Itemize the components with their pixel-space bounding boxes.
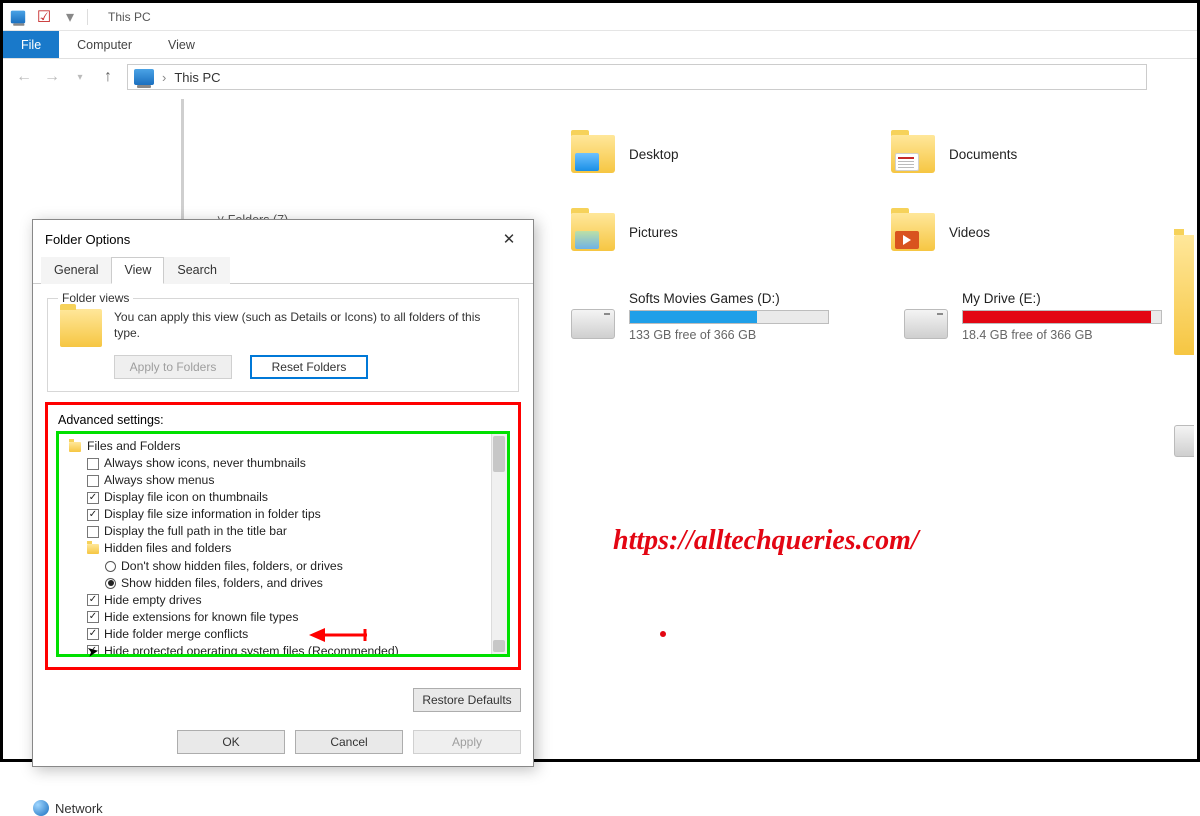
- nav-up-icon[interactable]: ↑: [99, 68, 117, 86]
- opt-hide-empty-drives[interactable]: Hide empty drives: [87, 592, 489, 609]
- pc-icon: [134, 69, 154, 85]
- dialog-tabstrip: General View Search: [33, 256, 533, 284]
- ribbon: File Computer View: [3, 31, 1197, 59]
- sidebar-item-network[interactable]: Network: [33, 800, 103, 816]
- tab-search[interactable]: Search: [164, 257, 230, 284]
- drive-d[interactable]: Softs Movies Games (D:) 133 GB free of 3…: [571, 291, 844, 342]
- dialog-footer: Restore Defaults OK Cancel Apply: [33, 680, 533, 766]
- folder-icon: [1174, 235, 1194, 355]
- opt-hide-extensions[interactable]: Hide extensions for known file types: [87, 609, 489, 626]
- group-legend: Folder views: [58, 291, 133, 305]
- opt-always-show-icons[interactable]: Always show icons, never thumbnails: [87, 455, 489, 472]
- folder-pictures[interactable]: Pictures: [571, 213, 791, 251]
- opt-display-file-size[interactable]: Display file size information in folder …: [87, 506, 489, 523]
- folder-options-dialog: Folder Options ✕ General View Search Fol…: [32, 219, 534, 767]
- tree-group-hidden: Hidden files and folders: [87, 540, 489, 557]
- apply-button: Apply: [413, 730, 521, 754]
- opt-display-full-path[interactable]: Display the full path in the title bar: [87, 523, 489, 540]
- folder-label: Documents: [949, 147, 1017, 162]
- folder-views-group: Folder views You can apply this view (su…: [47, 298, 519, 392]
- sidebar-item-label: Network: [55, 801, 103, 816]
- folder-icon: [87, 544, 99, 554]
- window-title: This PC: [108, 10, 151, 24]
- advanced-settings-label: Advanced settings:: [58, 413, 510, 427]
- annotation-dot: [660, 631, 666, 637]
- quick-access-toolbar: ☑ ▾: [9, 8, 88, 26]
- address-bar[interactable]: › This PC: [127, 64, 1147, 90]
- folder-icon: [571, 213, 615, 251]
- dialog-title: Folder Options: [45, 232, 130, 247]
- drive-free-text: 133 GB free of 366 GB: [629, 328, 829, 342]
- drive-icon: [1174, 425, 1194, 457]
- nav-back-icon[interactable]: ←: [15, 68, 33, 86]
- cancel-button[interactable]: Cancel: [295, 730, 403, 754]
- opt-dont-show-hidden[interactable]: Don't show hidden files, folders, or dri…: [105, 558, 489, 575]
- dialog-titlebar[interactable]: Folder Options ✕: [33, 220, 533, 256]
- folder-desktop[interactable]: Desktop: [571, 135, 791, 173]
- folder-icon: [891, 213, 935, 251]
- drive-e[interactable]: My Drive (E:) 18.4 GB free of 366 GB: [904, 291, 1177, 342]
- drive-icon: [904, 309, 948, 339]
- ribbon-tab-file[interactable]: File: [3, 31, 59, 58]
- drive-usage-bar: [962, 310, 1162, 324]
- advanced-settings-list[interactable]: Files and Folders Always show icons, nev…: [56, 431, 510, 657]
- drive-free-text: 18.4 GB free of 366 GB: [962, 328, 1162, 342]
- drive-label: My Drive (E:): [962, 291, 1162, 306]
- folder-label: Desktop: [629, 147, 679, 162]
- address-crumb[interactable]: This PC: [174, 70, 220, 85]
- ok-button[interactable]: OK: [177, 730, 285, 754]
- opt-always-show-menus[interactable]: Always show menus: [87, 472, 489, 489]
- pc-icon: [9, 8, 27, 26]
- ribbon-tab-computer[interactable]: Computer: [59, 31, 150, 58]
- folder-views-text: You can apply this view (such as Details…: [114, 309, 506, 341]
- window-titlebar: ☑ ▾ This PC: [3, 3, 1197, 31]
- opt-display-file-icon[interactable]: Display file icon on thumbnails: [87, 489, 489, 506]
- drive-usage-bar: [629, 310, 829, 324]
- properties-icon[interactable]: ☑: [35, 8, 53, 26]
- apply-to-folders-button: Apply to Folders: [114, 355, 232, 379]
- watermark-text: https://alltechqueries.com/: [613, 525, 919, 557]
- folder-label: Pictures: [629, 225, 678, 240]
- tab-view[interactable]: View: [111, 257, 164, 284]
- chevron-right-icon: ›: [162, 70, 166, 85]
- opt-hide-merge-conflicts[interactable]: Hide folder merge conflicts: [87, 626, 489, 643]
- folder-icon: [571, 135, 615, 173]
- tree-group-files-folders: Files and Folders: [69, 438, 489, 455]
- annotation-arrow: [309, 625, 369, 650]
- folder-icon: [69, 442, 81, 452]
- scroll-down-icon[interactable]: [493, 640, 505, 652]
- opt-hide-protected-os[interactable]: Hide protected operating system files (R…: [87, 643, 489, 657]
- qat-dropdown-icon[interactable]: ▾: [61, 8, 79, 26]
- scrollbar[interactable]: [491, 434, 507, 654]
- annotation-red-box: Advanced settings: Files and Folders Alw…: [45, 402, 521, 670]
- folder-documents[interactable]: Documents: [891, 135, 1111, 173]
- drive-icon: [571, 309, 615, 339]
- folder-videos[interactable]: Videos: [891, 213, 1111, 251]
- nav-recent-icon[interactable]: ▾: [71, 72, 89, 83]
- restore-defaults-button[interactable]: Restore Defaults: [413, 688, 521, 712]
- opt-show-hidden[interactable]: Show hidden files, folders, and drives: [105, 575, 489, 592]
- close-button[interactable]: ✕: [495, 228, 523, 250]
- cursor-icon: ➤: [86, 642, 101, 661]
- folder-label: Videos: [949, 225, 990, 240]
- ribbon-tab-view[interactable]: View: [150, 31, 213, 58]
- navigation-bar: ← → ▾ ↑ › This PC: [3, 59, 1197, 95]
- drive-label: Softs Movies Games (D:): [629, 291, 829, 306]
- folder-icon: [891, 135, 935, 173]
- folder-icon: [60, 309, 102, 347]
- tab-general[interactable]: General: [41, 257, 111, 284]
- separator: [87, 9, 88, 25]
- nav-forward-icon[interactable]: →: [43, 68, 61, 86]
- network-icon: [33, 800, 49, 816]
- folders-row-1: Desktop Documents: [223, 135, 1177, 173]
- scroll-thumb[interactable]: [493, 436, 505, 472]
- reset-folders-button[interactable]: Reset Folders: [250, 355, 368, 379]
